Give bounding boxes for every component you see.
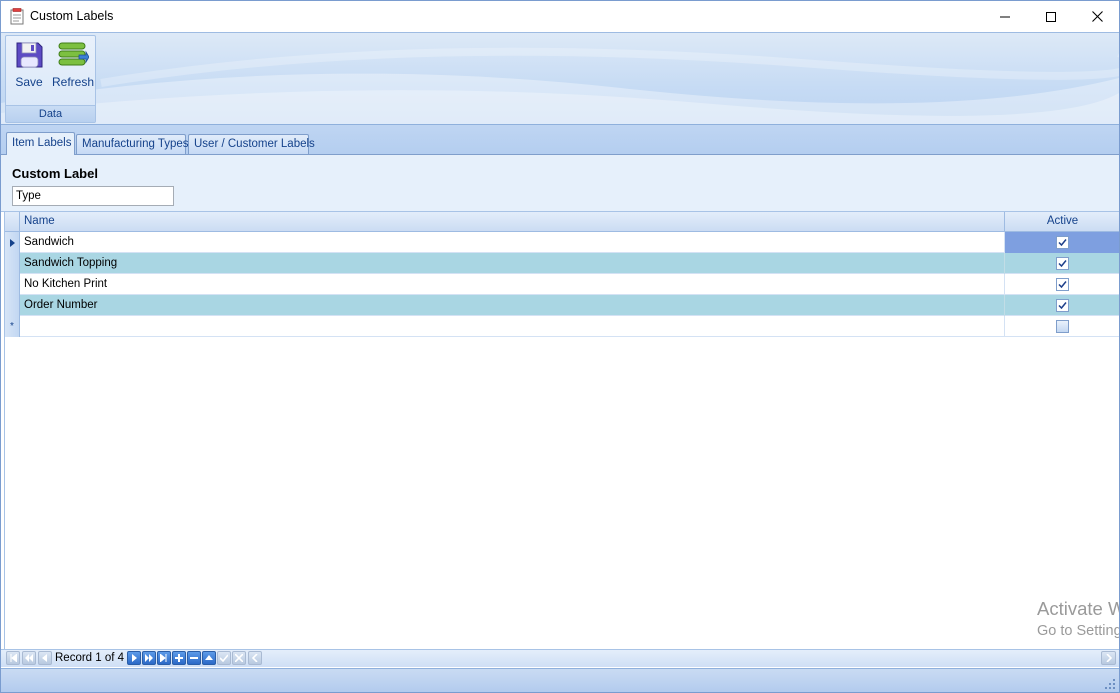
row-indicator[interactable]: [5, 232, 20, 253]
labels-grid: Name Active Sandwich Sandwich Topping No…: [4, 212, 1119, 649]
status-bar: [1, 668, 1119, 692]
cell-active[interactable]: [1005, 295, 1119, 316]
x-icon: [235, 654, 243, 662]
tab-user-customer-labels[interactable]: User / Customer Labels: [188, 134, 315, 154]
close-icon: [1091, 11, 1103, 22]
cell-name[interactable]: Order Number: [20, 295, 1005, 316]
header-indicator-cell: [5, 212, 20, 232]
table-row[interactable]: No Kitchen Print: [5, 274, 1119, 295]
check-icon: [220, 654, 228, 662]
record-navigator: Record 1 of 4: [1, 649, 1119, 667]
current-row-arrow-icon: [9, 238, 15, 247]
chevron-right-icon: [1105, 654, 1112, 662]
right-icon: [132, 654, 137, 662]
prev-page-button[interactable]: [22, 651, 36, 665]
title-bar: Custom Labels: [1, 1, 1119, 32]
grid-header: Name Active: [5, 212, 1119, 232]
maximize-button[interactable]: [1028, 1, 1074, 32]
cell-active[interactable]: [1005, 253, 1119, 274]
watermark-line1: Activate Windows: [1037, 598, 1119, 619]
double-left-icon: [25, 654, 33, 662]
active-checkbox[interactable]: [1056, 278, 1069, 291]
active-checkbox[interactable]: [1056, 257, 1069, 270]
scroll-left-button[interactable]: [248, 651, 262, 665]
left-icon: [42, 654, 47, 662]
first-icon: [10, 654, 17, 662]
window-title: Custom Labels: [30, 9, 114, 23]
active-checkbox-new[interactable]: [1056, 320, 1069, 333]
refresh-label: Refresh: [51, 75, 95, 89]
cell-name-new[interactable]: [20, 316, 1005, 337]
minimize-button[interactable]: [982, 1, 1028, 32]
custom-label-heading: Custom Label: [12, 166, 98, 181]
first-record-button[interactable]: [6, 651, 20, 665]
ribbon-group-data: Save Refresh Data: [5, 35, 96, 123]
table-row[interactable]: Order Number: [5, 295, 1119, 316]
delete-record-button[interactable]: [187, 651, 201, 665]
checkmark-icon: [1058, 302, 1067, 310]
minus-icon: [190, 657, 198, 659]
tab-strip: Item Labels Manufacturing Types User / C…: [1, 125, 1119, 155]
refresh-button[interactable]: Refresh: [52, 40, 94, 98]
append-record-button[interactable]: [172, 651, 186, 665]
prev-record-button[interactable]: [38, 651, 52, 665]
cell-active-new[interactable]: [1005, 316, 1119, 337]
checkmark-icon: [1058, 281, 1067, 289]
active-checkbox[interactable]: [1056, 236, 1069, 249]
edit-record-button[interactable]: [202, 651, 216, 665]
new-row-asterisk: *: [10, 320, 14, 332]
active-checkbox[interactable]: [1056, 299, 1069, 312]
new-row[interactable]: *: [5, 316, 1119, 337]
custom-label-panel: Custom Label: [1, 154, 1119, 212]
save-button[interactable]: Save: [12, 40, 46, 98]
watermark-line2: Go to Settings to activate Windows.: [1037, 623, 1119, 639]
cell-active[interactable]: [1005, 232, 1119, 253]
row-indicator[interactable]: [5, 253, 20, 274]
cancel-edit-button[interactable]: [232, 651, 246, 665]
record-counter: Record 1 of 4: [55, 652, 125, 664]
custom-label-input[interactable]: [12, 186, 174, 206]
scroll-right-button[interactable]: [1101, 651, 1116, 665]
table-row[interactable]: Sandwich Topping: [5, 253, 1119, 274]
save-label: Save: [15, 75, 43, 89]
cell-name[interactable]: Sandwich: [20, 232, 1005, 253]
checkmark-icon: [1058, 260, 1067, 268]
cell-active[interactable]: [1005, 274, 1119, 295]
maximize-icon: [1046, 11, 1056, 22]
ribbon: Save Refresh Data: [1, 32, 1119, 125]
row-indicator[interactable]: [5, 295, 20, 316]
end-edit-button[interactable]: [217, 651, 231, 665]
activation-watermark: Activate Windows Go to Settings to activ…: [1031, 591, 1119, 646]
cell-name[interactable]: Sandwich Topping: [20, 253, 1005, 274]
checkmark-icon: [1058, 239, 1067, 247]
resize-grip-icon[interactable]: [1105, 679, 1115, 689]
last-record-button[interactable]: [157, 651, 171, 665]
tab-manufacturing-types[interactable]: Manufacturing Types: [76, 134, 189, 154]
column-header-name[interactable]: Name: [20, 212, 1005, 232]
cell-name[interactable]: No Kitchen Print: [20, 274, 1005, 295]
next-page-button[interactable]: [142, 651, 156, 665]
double-right-icon: [145, 654, 153, 662]
close-button[interactable]: [1074, 1, 1119, 32]
floppy-disk-icon: [16, 42, 43, 68]
triangle-up-icon: [205, 655, 213, 660]
table-row[interactable]: Sandwich: [5, 232, 1119, 253]
ribbon-group-caption: Data: [6, 105, 95, 122]
plus-icon: [175, 654, 183, 662]
minimize-icon: [1000, 16, 1010, 17]
database-refresh-icon: [58, 42, 89, 66]
document-icon: [10, 8, 24, 25]
ribbon-background: [1, 47, 1119, 124]
last-icon: [160, 654, 167, 662]
column-header-active[interactable]: Active: [1005, 212, 1119, 232]
custom-labels-window: Custom Labels Save Refresh Data Item Lab…: [0, 0, 1120, 693]
next-record-button[interactable]: [127, 651, 141, 665]
row-indicator[interactable]: [5, 274, 20, 295]
tab-item-labels[interactable]: Item Labels: [6, 132, 75, 155]
chevron-left-icon: [251, 654, 258, 662]
new-row-indicator[interactable]: *: [5, 316, 20, 337]
